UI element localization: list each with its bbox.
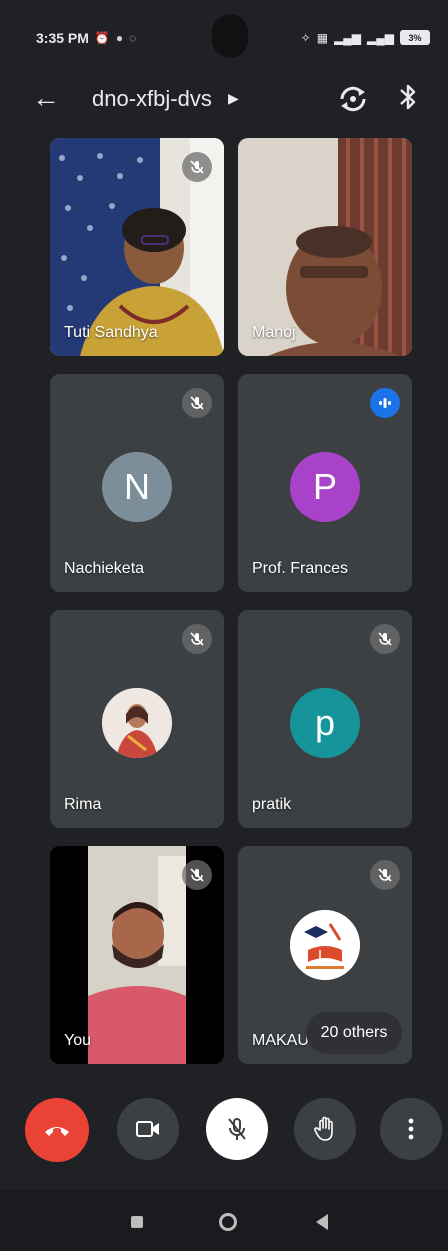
participant-tile[interactable]: P Prof. Frances bbox=[238, 374, 412, 592]
status-right: ✧ ▦ ▂▄▆ ▂▄▆ 3% bbox=[301, 30, 430, 45]
signal-2-icon: ▂▄▆ bbox=[367, 30, 394, 45]
participant-name: You bbox=[64, 1032, 91, 1049]
more-options-button[interactable] bbox=[380, 1098, 442, 1160]
camera-toggle-button[interactable] bbox=[117, 1098, 179, 1160]
participant-name: Tuti Sandhya bbox=[64, 324, 158, 341]
mic-off-icon bbox=[190, 632, 204, 646]
participant-name: Prof. Frances bbox=[252, 560, 349, 577]
home-icon[interactable] bbox=[219, 1213, 237, 1231]
avatar-photo bbox=[102, 688, 172, 758]
mic-off-icon bbox=[190, 868, 204, 882]
raise-hand-icon bbox=[314, 1116, 333, 1141]
mic-off-icon bbox=[378, 868, 392, 882]
mic-off-icon bbox=[228, 1118, 246, 1140]
speaking-badge bbox=[370, 388, 400, 418]
participant-tile[interactable]: p pratik bbox=[238, 610, 412, 828]
switch-camera-icon[interactable] bbox=[336, 82, 370, 116]
meeting-code[interactable]: dno-xfbj-dvs bbox=[92, 86, 212, 112]
back-arrow-icon[interactable]: ← bbox=[32, 82, 60, 114]
mic-off-icon bbox=[190, 160, 204, 174]
mic-off-icon bbox=[378, 632, 392, 646]
end-call-button[interactable] bbox=[25, 1098, 89, 1162]
mic-off-icon bbox=[190, 396, 204, 410]
mic-off-badge bbox=[182, 860, 212, 890]
camera-notch bbox=[212, 14, 248, 58]
battery-icon: 3% bbox=[400, 30, 430, 45]
participant-name: pratik bbox=[252, 796, 292, 813]
status-bar: 3:35 PM ⏰ ● ◌ ✧ ▦ ▂▄▆ ▂▄▆ 3% bbox=[0, 0, 448, 70]
system-nav-bar bbox=[0, 1190, 448, 1251]
meeting-header: ← dno-xfbj-dvs ▶ bbox=[0, 70, 448, 130]
bluetooth-icon[interactable] bbox=[398, 80, 418, 114]
self-tile[interactable]: You bbox=[50, 846, 224, 1064]
avatar: P bbox=[290, 452, 360, 522]
mic-off-badge bbox=[182, 152, 212, 182]
avatar-initial: N bbox=[124, 466, 150, 507]
avatar: N bbox=[102, 452, 172, 522]
more-vert-icon bbox=[408, 1118, 414, 1140]
avatar-initial: P bbox=[312, 466, 337, 507]
status-time: 3:35 PM bbox=[36, 30, 89, 46]
sync-icon: ◌ bbox=[129, 31, 137, 45]
others-chip[interactable]: 20 others bbox=[306, 1012, 402, 1054]
video-camera-icon bbox=[136, 1121, 159, 1137]
participant-name: MAKAU bbox=[252, 1032, 309, 1049]
audio-level-icon bbox=[379, 398, 391, 408]
vibrate-icon: ✧ bbox=[300, 30, 311, 45]
participant-tile[interactable]: N Nachieketa bbox=[50, 374, 224, 592]
participant-name: Rima bbox=[64, 796, 102, 813]
signal-icon: ▂▄▆ bbox=[334, 30, 362, 45]
avatar-logo bbox=[290, 910, 360, 980]
participant-name: Nachieketa bbox=[64, 560, 145, 577]
participant-tile[interactable]: Manoj bbox=[238, 138, 412, 356]
mic-off-badge bbox=[182, 624, 212, 654]
sim-icon: ▦ bbox=[316, 30, 329, 45]
nav-back-icon[interactable] bbox=[316, 1214, 328, 1230]
recents-icon[interactable] bbox=[131, 1216, 143, 1228]
notification-dot-icon: ● bbox=[115, 31, 124, 45]
alarm-icon: ⏰ bbox=[94, 31, 110, 45]
avatar-initial: p bbox=[314, 702, 336, 743]
mic-toggle-button[interactable] bbox=[206, 1098, 268, 1160]
end-call-icon bbox=[45, 1127, 69, 1136]
status-left: 3:35 PM ⏰ ● ◌ bbox=[36, 30, 136, 46]
caret-right-icon[interactable]: ▶ bbox=[228, 90, 239, 107]
avatar: p bbox=[290, 688, 360, 758]
participant-tile[interactable]: Tuti Sandhya bbox=[50, 138, 224, 356]
mic-off-badge bbox=[370, 860, 400, 890]
participant-name: Manoj bbox=[252, 324, 296, 341]
mic-off-badge bbox=[370, 624, 400, 654]
participant-tile[interactable]: Rima bbox=[50, 610, 224, 828]
mic-off-badge bbox=[182, 388, 212, 418]
raise-hand-button[interactable] bbox=[294, 1098, 356, 1160]
